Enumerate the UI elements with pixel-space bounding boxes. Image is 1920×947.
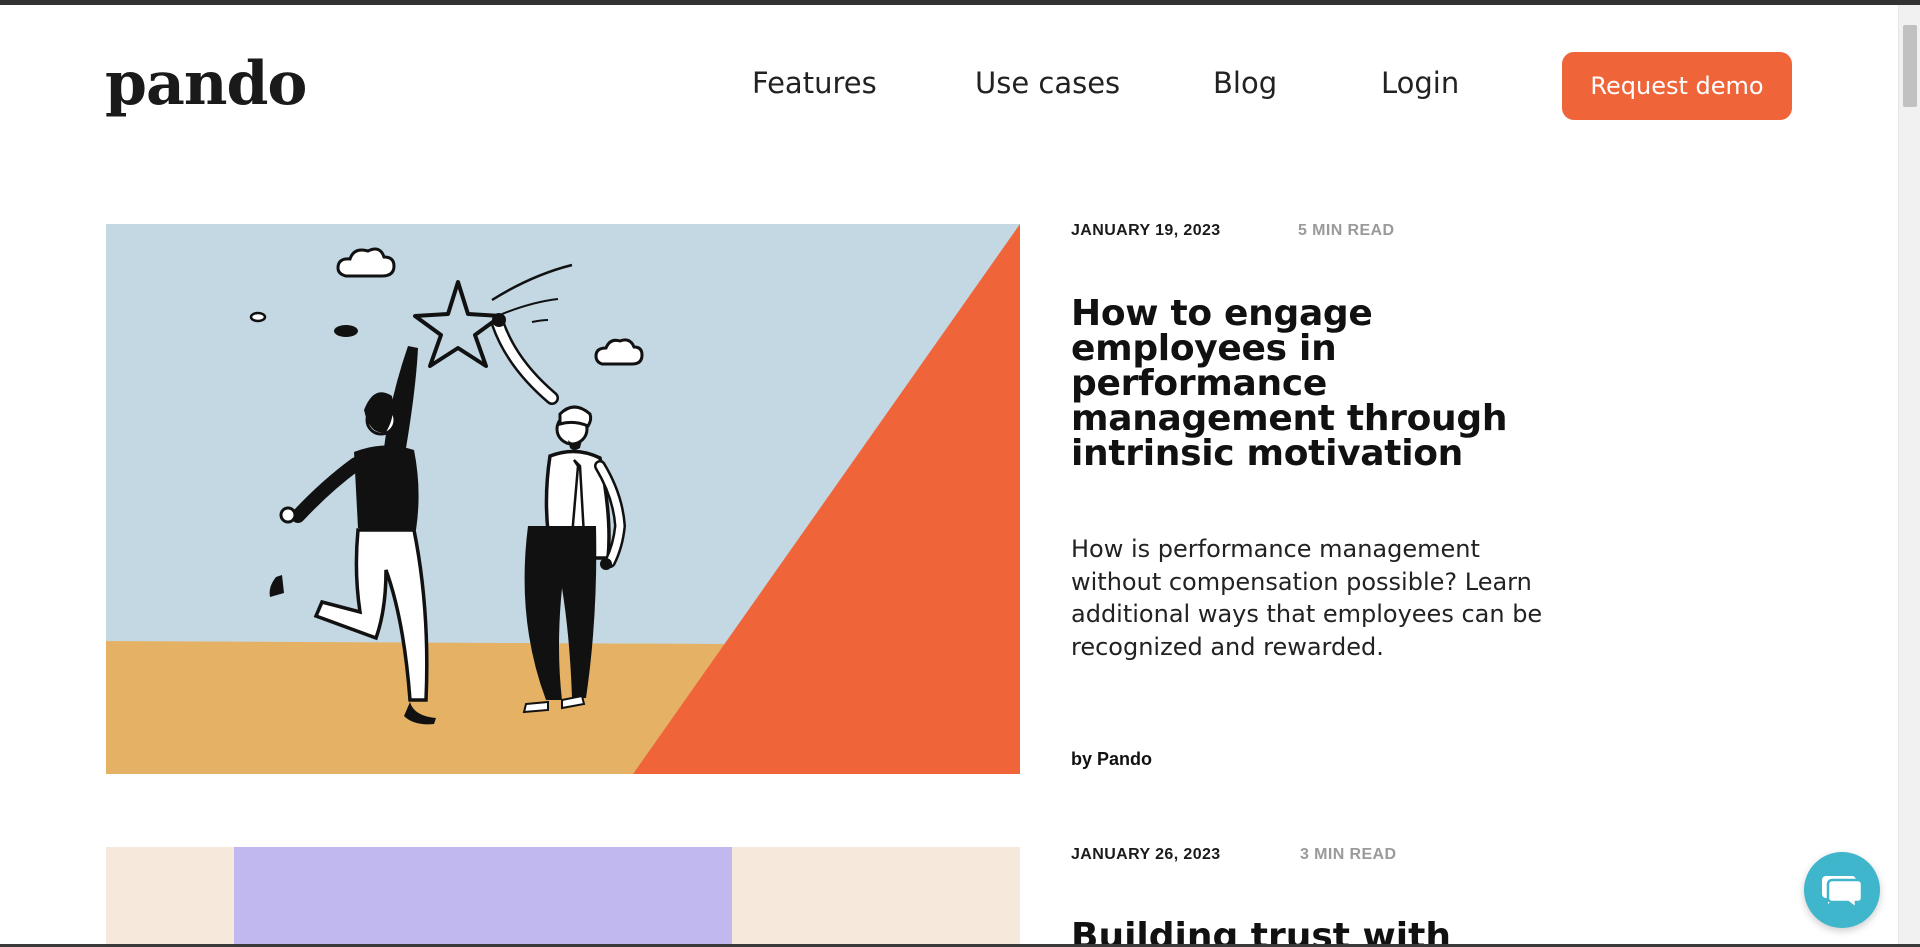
scrollbar-thumb[interactable] <box>1903 25 1917 107</box>
chat-launcher-button[interactable] <box>1804 852 1880 928</box>
post-2-date: JANUARY 26, 2023 <box>1071 846 1221 863</box>
nav-features[interactable]: Features <box>752 64 877 102</box>
post-2-image[interactable] <box>106 847 1020 947</box>
post-1-read-time: 5 MIN READ <box>1298 222 1395 239</box>
post-2-title[interactable]: Building trust with <box>1071 919 1511 947</box>
nav-blog[interactable]: Blog <box>1213 64 1277 102</box>
request-demo-button[interactable]: Request demo <box>1562 52 1792 120</box>
post-1-image[interactable] <box>106 224 1020 774</box>
nav-login[interactable]: Login <box>1381 64 1459 102</box>
post-1-title[interactable]: How to engage employees in performance m… <box>1071 296 1511 472</box>
high-five-star-illustration-icon <box>106 224 1020 774</box>
post-1-excerpt: How is performance management without co… <box>1071 535 1543 661</box>
browser-top-border <box>0 0 1920 5</box>
chat-bubble-icon <box>1822 876 1862 908</box>
nav-use-cases[interactable]: Use cases <box>975 64 1120 102</box>
abstract-illustration-icon <box>106 847 1020 947</box>
post-1-author: by Pando <box>1071 749 1153 769</box>
page-scrollbar[interactable] <box>1898 5 1920 944</box>
post-1-date: JANUARY 19, 2023 <box>1071 222 1221 239</box>
post-2-read-time: 3 MIN READ <box>1300 846 1397 863</box>
pando-logo[interactable]: pando <box>105 44 307 124</box>
